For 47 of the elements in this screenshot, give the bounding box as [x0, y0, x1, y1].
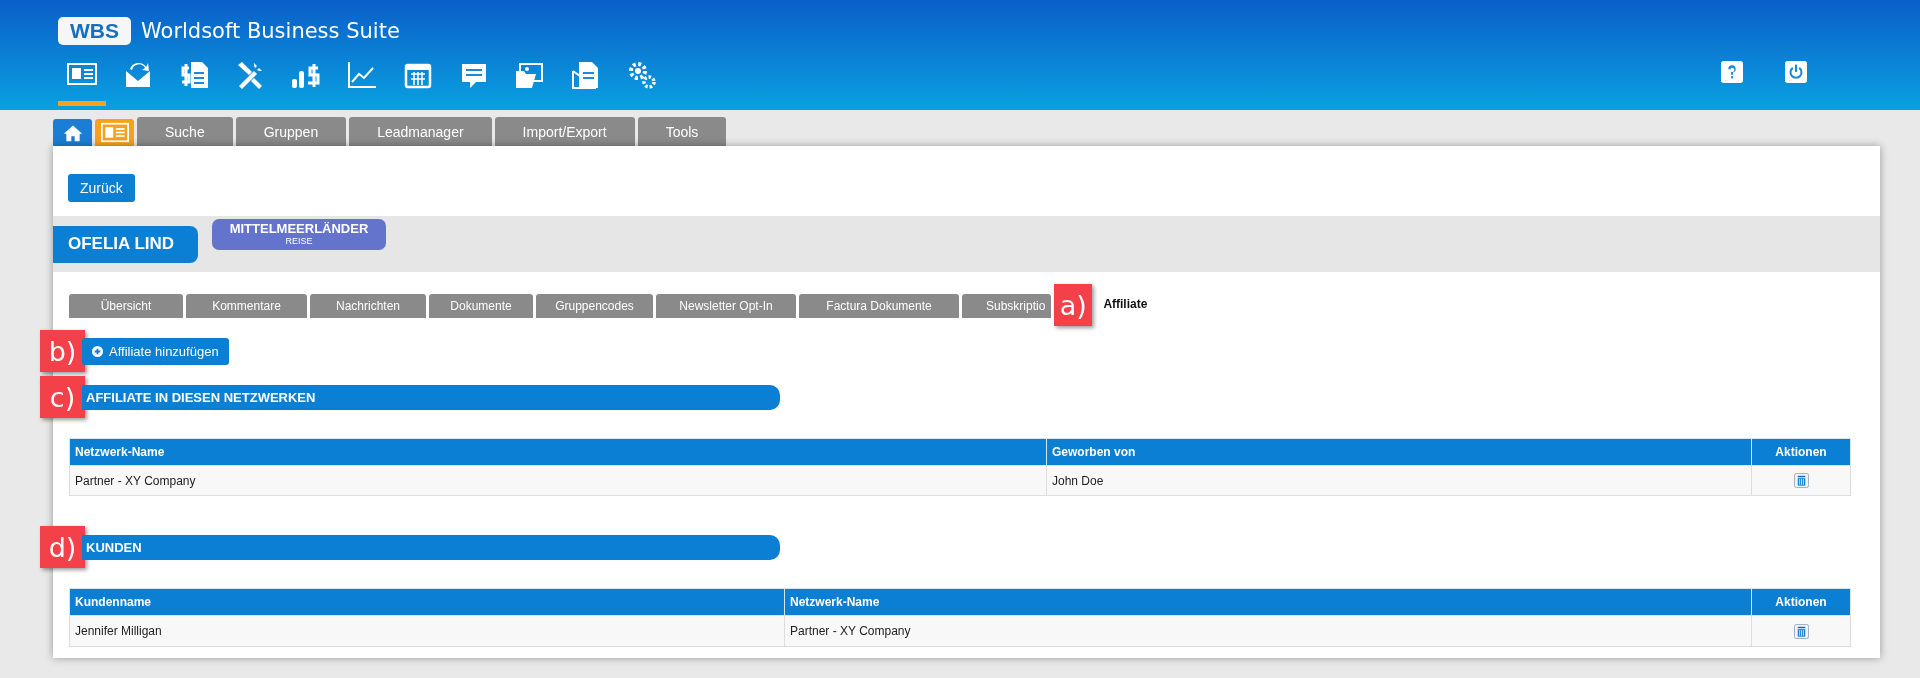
- id-card-icon: [100, 122, 129, 143]
- logo: WBS: [58, 17, 131, 45]
- column-header: Netzwerk-Name: [69, 438, 1047, 466]
- column-header: Netzwerk-Name: [784, 588, 1752, 616]
- table-cell: John Doe: [1046, 465, 1752, 496]
- group-category: REISE: [285, 236, 313, 246]
- tab[interactable]: Suche: [137, 117, 233, 146]
- tab[interactable]: Import/Export: [494, 117, 635, 146]
- power-icon[interactable]: [1785, 61, 1807, 83]
- tab[interactable]: Factura Dokumente: [799, 294, 959, 318]
- column-header: Aktionen: [1751, 588, 1851, 616]
- callout-label: d): [40, 526, 85, 569]
- plus-icon: [92, 345, 103, 357]
- section-header: KUNDEN: [82, 534, 780, 560]
- tab[interactable]: Affiliate: [1099, 290, 1166, 318]
- line-chart-icon: [346, 59, 378, 91]
- section-header: AFFILIATE IN DIESEN NETZWERKEN: [82, 384, 780, 410]
- callout-label: b): [40, 330, 85, 372]
- tab[interactable]: Newsletter Opt-In: [656, 294, 796, 318]
- trash-icon[interactable]: [1793, 473, 1809, 489]
- table-cell: Partner - XY Company: [784, 615, 1752, 647]
- tab[interactable]: Leadmanager: [349, 117, 492, 146]
- table-cell: Partner - XY Company: [69, 465, 1047, 496]
- tab[interactable]: Subskriptio: [962, 294, 1052, 318]
- tab[interactable]: Übersicht: [69, 294, 183, 318]
- add-affiliate-button[interactable]: Affiliate hinzufügen: [82, 337, 229, 365]
- contact-name: OFELIA LIND: [53, 226, 198, 263]
- icon-tab[interactable]: [95, 119, 134, 146]
- callout-label: c): [40, 376, 85, 418]
- tab[interactable]: Gruppencodes: [536, 294, 653, 318]
- tab[interactable]: Tools: [637, 117, 727, 146]
- back-button[interactable]: Zurück: [68, 174, 135, 202]
- callout-label: a): [1054, 284, 1093, 326]
- trash-icon[interactable]: [1793, 623, 1809, 639]
- column-header: Aktionen: [1751, 438, 1851, 466]
- tab[interactable]: Gruppen: [235, 117, 347, 146]
- gears-icon: [626, 59, 658, 91]
- app-title: Worldsoft Business Suite: [141, 19, 400, 43]
- tab[interactable]: Nachrichten: [310, 294, 426, 318]
- help-icon[interactable]: [1721, 61, 1743, 83]
- tab[interactable]: Kommentare: [186, 294, 307, 318]
- table-cell: Jennifer Milligan: [69, 615, 785, 647]
- tab[interactable]: Dokumente: [429, 294, 533, 318]
- icon-tab[interactable]: [53, 119, 92, 146]
- group-name: MITTELMEERLÄNDER: [229, 221, 369, 236]
- column-header: Kundenname: [69, 588, 785, 616]
- column-header: Geworben von: [1046, 438, 1752, 466]
